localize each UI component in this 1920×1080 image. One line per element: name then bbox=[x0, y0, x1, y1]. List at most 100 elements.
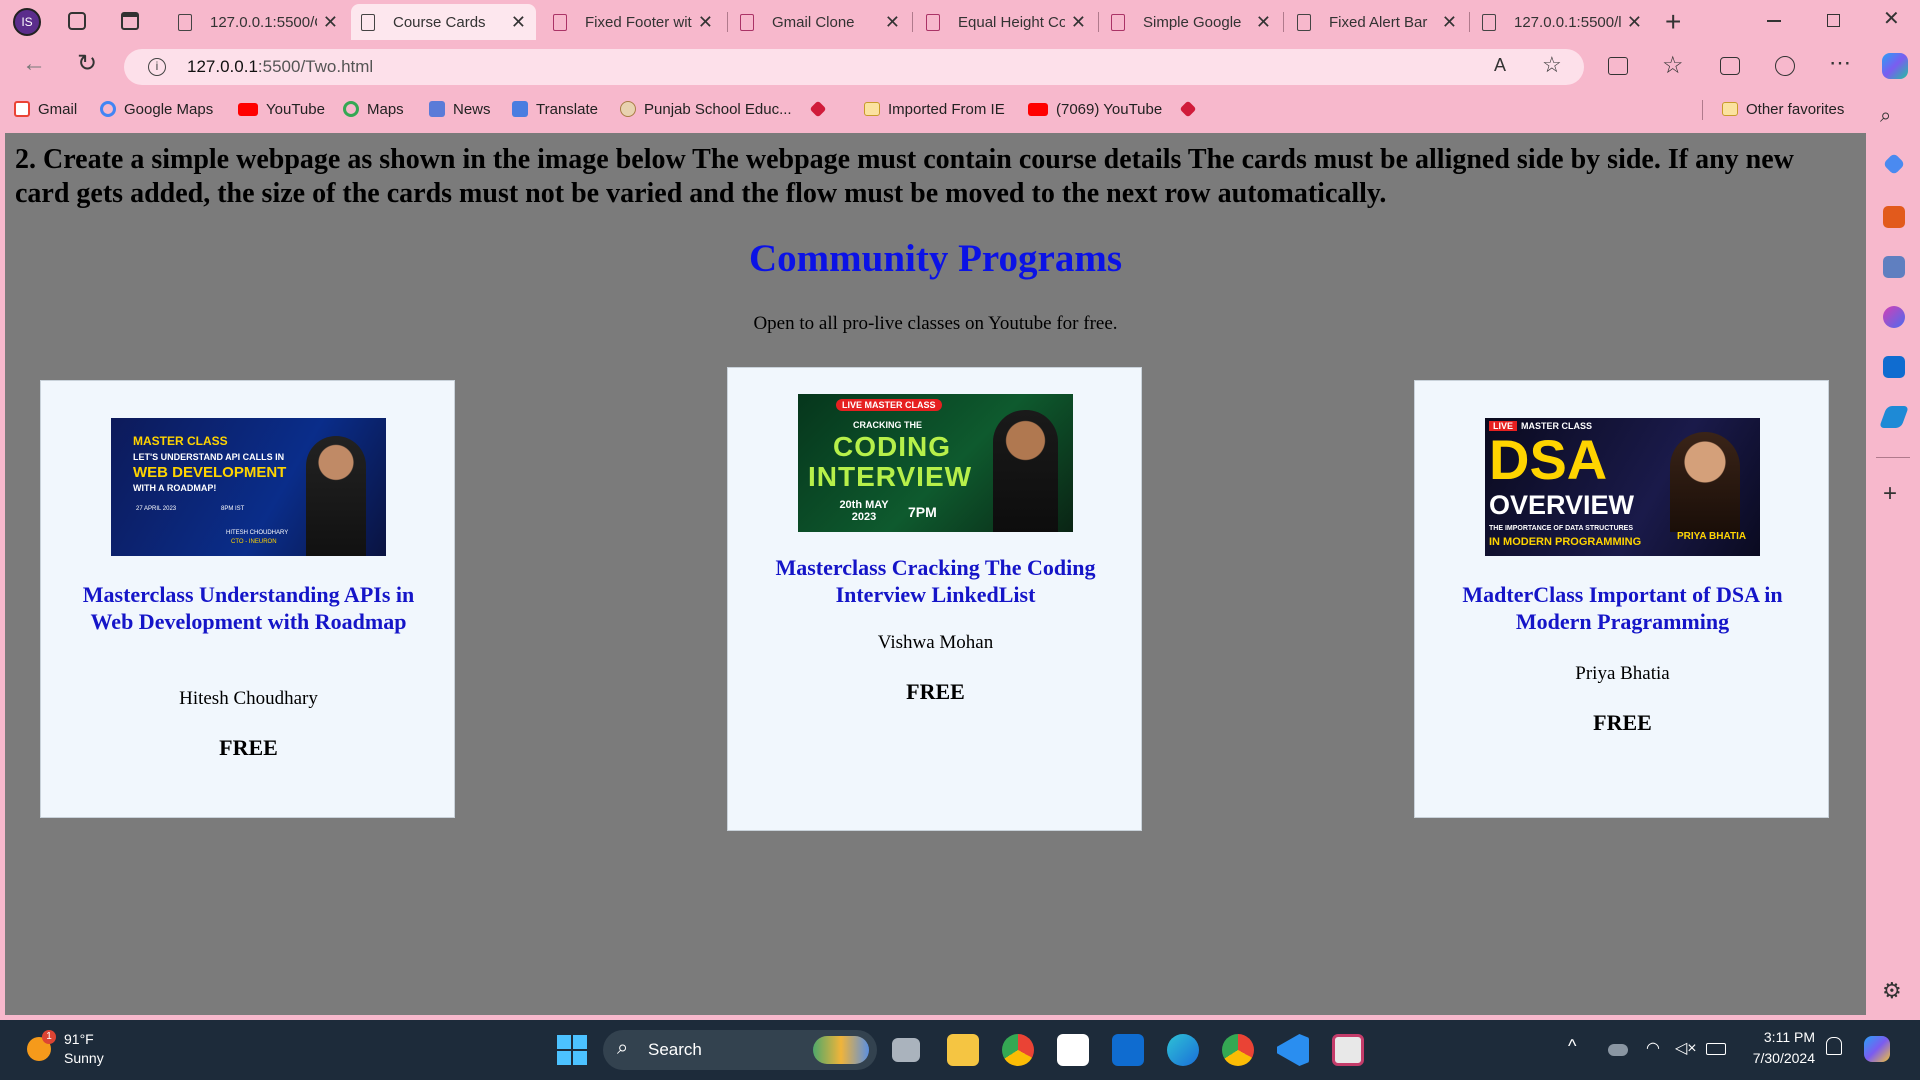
close-icon[interactable]: ✕ bbox=[885, 12, 900, 33]
tab-6[interactable]: Simple Google ✕ bbox=[1101, 4, 1281, 40]
thumb-text: LET'S UNDERSTAND API CALLS IN bbox=[133, 452, 285, 462]
read-aloud-icon[interactable]: A bbox=[1494, 55, 1506, 76]
close-icon[interactable]: ✕ bbox=[698, 12, 713, 33]
outlook-new-icon[interactable] bbox=[1112, 1034, 1144, 1066]
thumb-text: MASTER CLASS bbox=[133, 434, 228, 448]
start-button[interactable] bbox=[557, 1035, 587, 1065]
tab-4[interactable]: Gmail Clone ✕ bbox=[730, 4, 910, 40]
course-title[interactable]: MadterClass Important of DSA in Modern P… bbox=[1445, 581, 1800, 635]
close-icon[interactable]: ✕ bbox=[1627, 12, 1642, 33]
close-icon[interactable]: ✕ bbox=[323, 12, 338, 33]
bookmark-google-maps[interactable]: Google Maps bbox=[100, 94, 213, 124]
google-icon bbox=[343, 101, 359, 117]
favorite-star-icon[interactable]: ☆ bbox=[1542, 52, 1562, 78]
bookmark-diamond-1[interactable] bbox=[809, 94, 832, 124]
shopping-icon[interactable] bbox=[1882, 152, 1906, 176]
clock-time[interactable]: 3:11 PM bbox=[1745, 1029, 1815, 1045]
thumb-badge: LIVE MASTER CLASS bbox=[836, 399, 942, 411]
bookmark-youtube[interactable]: YouTube bbox=[238, 94, 325, 124]
collections-icon[interactable] bbox=[1720, 57, 1740, 75]
thumb-text: CODING bbox=[833, 431, 951, 462]
bookmark-other-favorites[interactable]: Other favorites bbox=[1722, 94, 1844, 124]
tab-label: Fixed Footer wit bbox=[585, 13, 692, 31]
snipping-tool-icon[interactable] bbox=[1332, 1034, 1364, 1066]
bookmark-news[interactable]: News bbox=[429, 94, 491, 124]
minimize-button[interactable] bbox=[1767, 20, 1781, 22]
workspaces-icon[interactable] bbox=[68, 12, 86, 30]
course-title[interactable]: Masterclass Cracking The Coding Intervie… bbox=[758, 554, 1113, 608]
address-bar[interactable]: i 127.0.0.1:5500/Two.html A ☆ bbox=[124, 49, 1584, 85]
weather-temp: 91°F bbox=[64, 1031, 94, 1047]
tools-icon[interactable] bbox=[1883, 206, 1905, 228]
battery-icon[interactable] bbox=[1706, 1043, 1726, 1055]
course-card: MASTER CLASS LET'S UNDERSTAND API CALLS … bbox=[40, 380, 455, 818]
weather-widget[interactable]: 1 91°F Sunny bbox=[22, 1030, 122, 1070]
page-title: Community Programs bbox=[749, 237, 1122, 280]
thumb-text: WEB DEVELOPMENT bbox=[133, 464, 287, 481]
bookmark-youtube-2[interactable]: (7069) YouTube bbox=[1028, 94, 1162, 124]
task-view-icon[interactable] bbox=[892, 1038, 920, 1062]
edge-sidebar: ⌕ + ⚙ bbox=[1866, 100, 1920, 1015]
copilot-taskbar-icon[interactable] bbox=[1864, 1036, 1890, 1062]
refresh-icon[interactable]: ↻ bbox=[77, 49, 97, 78]
edge-icon[interactable] bbox=[1167, 1034, 1199, 1066]
favorites-icon[interactable]: ☆ bbox=[1662, 51, 1684, 80]
back-icon[interactable]: ← bbox=[22, 50, 46, 78]
profile-avatar[interactable]: IS bbox=[13, 8, 41, 36]
folder-icon bbox=[1722, 102, 1738, 116]
wifi-icon[interactable]: ◠ bbox=[1646, 1038, 1660, 1058]
bookmark-diamond-2[interactable] bbox=[1179, 94, 1202, 124]
games-icon[interactable] bbox=[1883, 256, 1905, 278]
copilot-icon[interactable] bbox=[1882, 53, 1908, 79]
file-explorer-icon[interactable] bbox=[947, 1034, 979, 1066]
more-menu-icon[interactable]: ⋯ bbox=[1829, 50, 1851, 76]
store-icon[interactable] bbox=[1057, 1034, 1089, 1066]
tab-2[interactable]: Course Cards ✕ bbox=[351, 4, 536, 40]
add-sidebar-icon[interactable]: + bbox=[1883, 480, 1897, 508]
page-icon bbox=[553, 13, 567, 31]
bookmark-maps[interactable]: Maps bbox=[343, 94, 404, 124]
bookmark-translate[interactable]: Translate bbox=[512, 94, 598, 124]
vscode-icon[interactable] bbox=[1277, 1034, 1309, 1066]
send-icon[interactable] bbox=[1878, 406, 1910, 428]
chrome-icon[interactable] bbox=[1002, 1034, 1034, 1066]
split-screen-icon[interactable] bbox=[1608, 57, 1628, 75]
bookmark-label: Google Maps bbox=[124, 100, 214, 118]
tab-5[interactable]: Equal Height Co ✕ bbox=[916, 4, 1096, 40]
tab-1[interactable]: 127.0.0.1:5500/C ✕ bbox=[168, 4, 348, 40]
chrome-profile-icon[interactable] bbox=[1222, 1034, 1254, 1066]
bookmark-imported-ie[interactable]: Imported From IE bbox=[864, 94, 1005, 124]
close-icon[interactable]: ✕ bbox=[511, 12, 526, 33]
restore-button[interactable] bbox=[1827, 14, 1840, 27]
notification-icon[interactable] bbox=[1826, 1037, 1842, 1055]
close-icon[interactable]: ✕ bbox=[1071, 12, 1086, 33]
tab-label: Equal Height Co bbox=[958, 13, 1065, 31]
search-icon[interactable]: ⌕ bbox=[1880, 105, 1891, 128]
search-icon: ⌕ bbox=[617, 1037, 629, 1059]
site-info-icon[interactable]: i bbox=[148, 58, 166, 76]
course-price: FREE bbox=[219, 735, 278, 760]
course-title[interactable]: Masterclass Understanding APIs in Web De… bbox=[71, 581, 426, 635]
new-tab-button[interactable]: + bbox=[1665, 6, 1681, 38]
tab-8[interactable]: 127.0.0.1:5500/l ✕ bbox=[1472, 4, 1652, 40]
clock-date[interactable]: 7/30/2024 bbox=[1735, 1050, 1815, 1066]
browser-essentials-icon[interactable] bbox=[1775, 56, 1795, 76]
microsoft365-icon[interactable] bbox=[1883, 306, 1905, 328]
search-placeholder: Search bbox=[648, 1040, 702, 1059]
settings-icon[interactable]: ⚙ bbox=[1882, 978, 1902, 1004]
tab-actions-icon[interactable] bbox=[121, 12, 139, 30]
bookmark-gmail[interactable]: Gmail bbox=[14, 94, 77, 124]
bookmark-punjab-school[interactable]: Punjab School Educ... bbox=[620, 94, 792, 124]
outlook-icon[interactable] bbox=[1883, 356, 1905, 378]
taskbar-search[interactable]: ⌕ Search bbox=[603, 1030, 877, 1070]
thumb-text: OVERVIEW bbox=[1489, 490, 1635, 520]
onedrive-icon[interactable] bbox=[1608, 1044, 1628, 1056]
show-hidden-icons[interactable]: ^ bbox=[1568, 1036, 1576, 1057]
close-icon[interactable]: ✕ bbox=[1256, 12, 1271, 33]
close-icon[interactable]: ✕ bbox=[1442, 12, 1457, 33]
diamond-icon bbox=[809, 100, 827, 118]
tab-7[interactable]: Fixed Alert Bar ✕ bbox=[1287, 4, 1467, 40]
close-window-button[interactable]: ✕ bbox=[1883, 6, 1900, 31]
volume-muted-icon[interactable]: ◁× bbox=[1675, 1038, 1697, 1058]
tab-3[interactable]: Fixed Footer wit ✕ bbox=[543, 4, 723, 40]
